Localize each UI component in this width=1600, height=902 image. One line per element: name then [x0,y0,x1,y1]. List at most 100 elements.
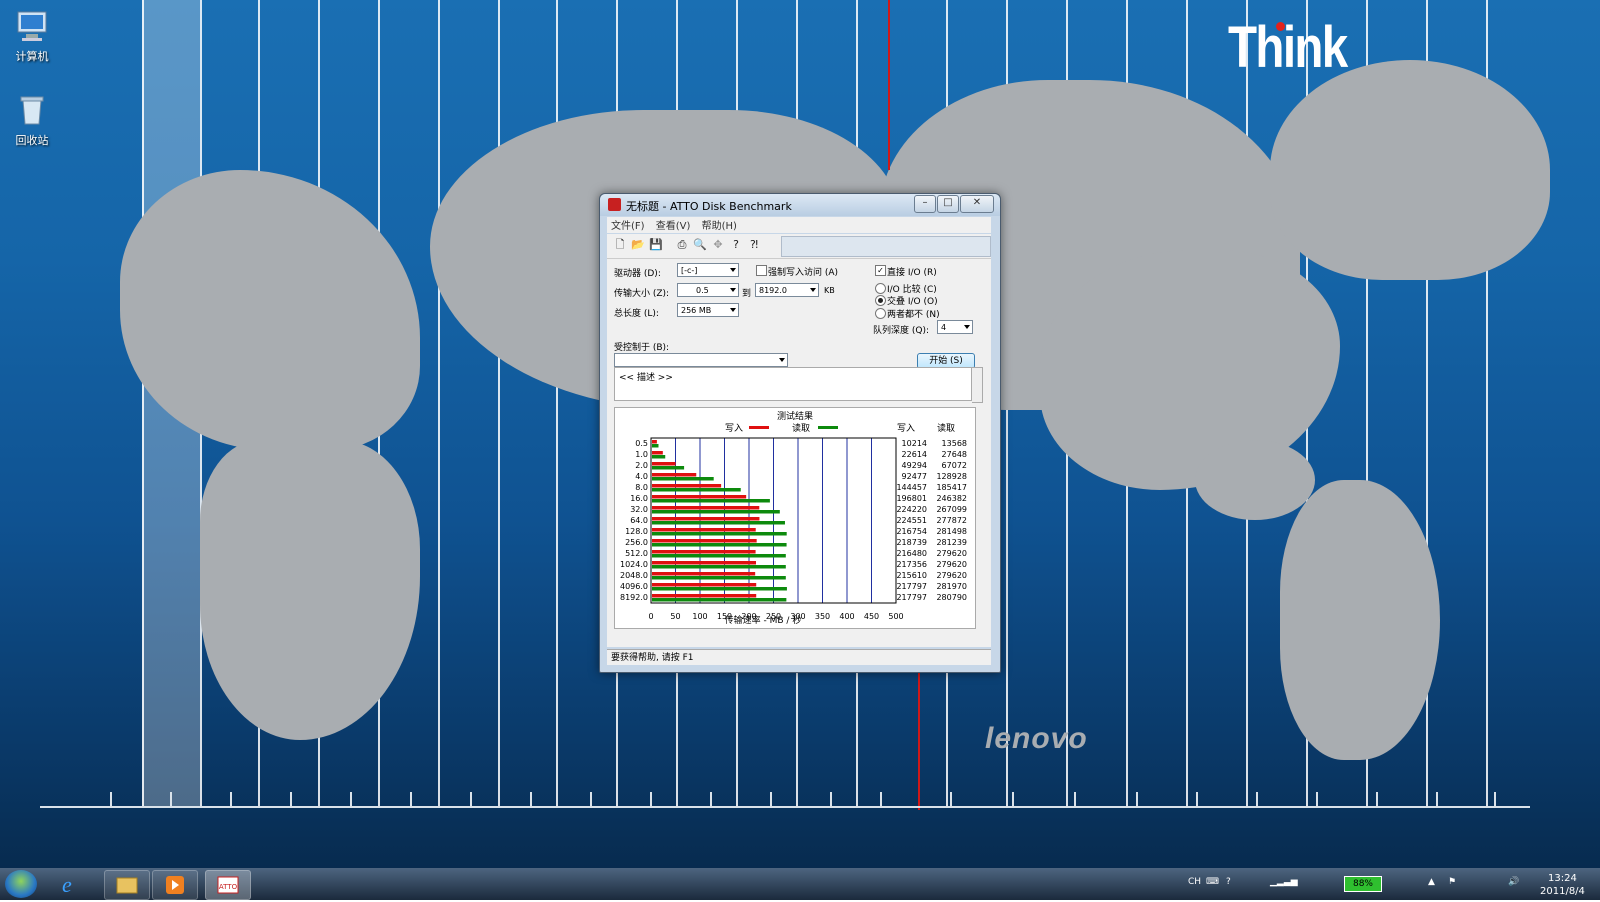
read-value: 267099 [936,505,967,514]
maximize-button[interactable]: □ [937,195,959,213]
timezone-line [438,0,440,808]
write-bar [652,572,756,576]
force-write-checkbox[interactable] [756,265,767,276]
language-indicator[interactable]: CH [1188,877,1201,887]
clock-date: 2011/8/4 [1540,886,1585,897]
write-bar [652,473,697,477]
minimize-button[interactable]: – [914,195,936,213]
read-bar [652,576,786,580]
x-tick-label: 400 [839,612,854,621]
print-icon[interactable]: ⎙ [675,238,689,252]
keyboard-icon[interactable]: ⌨ [1206,877,1219,887]
desktop-icon-computer[interactable]: 计算机 [0,8,64,64]
show-hidden-icons-icon[interactable]: ▲ [1428,877,1435,887]
drive-select[interactable]: [-c-] [677,263,739,277]
results-panel: 测试结果 写入 读取 写入 读取 0 50 100 150 200 250 300 350 40… [614,407,976,629]
timeline-tick [110,792,112,806]
recycle-bin-icon [14,92,50,128]
timeline-tick [1256,792,1258,806]
direct-io-checkbox[interactable]: ✓ [875,265,886,276]
signal-strength-icon[interactable]: ▁▂▃▅ [1270,877,1298,887]
read-bar [652,521,785,525]
write-bar [652,484,722,488]
total-length-select[interactable]: 256 MB [677,303,739,317]
move-icon[interactable]: ✥ [711,238,725,252]
legend-read-swatch [818,426,838,429]
context-help-icon[interactable]: ⁈ [747,238,761,252]
svg-text:ATTO: ATTO [219,883,238,891]
read-bar [652,532,787,536]
battery-indicator[interactable]: 88% [1344,876,1382,892]
overlap-io-radio[interactable] [875,295,886,306]
desktop-icon-label: 计算机 [15,50,49,63]
timeline-tick [590,792,592,806]
read-bar [652,455,666,459]
timeline-tick [1376,792,1378,806]
close-button[interactable]: ✕ [960,195,994,213]
taskbar-atto-icon[interactable]: ATTO [205,870,251,900]
write-bar [652,594,757,598]
y-tick-label: 8192.0 [620,593,648,602]
think-logo: Think [1228,15,1348,80]
taskbar-explorer-icon[interactable] [104,870,150,900]
write-bar [652,528,756,532]
svg-text:e: e [62,872,72,897]
read-bar [652,510,780,514]
legend-write-swatch [749,426,769,429]
x-tick-label: 450 [864,612,879,621]
controlled-by-select[interactable] [614,353,788,367]
neither-radio[interactable] [875,308,886,319]
write-bar [652,506,760,510]
volume-icon[interactable]: 🔊 [1508,877,1519,887]
menu-help[interactable]: 帮助(H) [702,221,737,232]
direct-io-label: 直接 I/O (R) [887,268,937,278]
read-bar [652,543,787,547]
open-icon[interactable]: 📂 [631,238,645,252]
timeline-tick [1074,792,1076,806]
timeline-tick [290,792,292,806]
chevron-down-icon [730,308,736,312]
write-bar [652,561,757,565]
x-tick-label: 0 [648,612,653,621]
x-tick-label: 100 [692,612,707,621]
column-header-write: 写入 [897,423,915,434]
y-tick-label: 1024.0 [620,560,648,569]
title-bar[interactable]: 无标题 - ATTO Disk Benchmark – □ ✕ [600,194,1000,216]
description-box[interactable]: << 描述 >> [614,367,972,401]
action-center-icon[interactable]: ⚑ [1448,877,1456,887]
write-value: 224220 [896,505,927,514]
start-button-orb[interactable] [5,870,37,898]
read-value: 13568 [942,439,967,448]
toolbar: 🗋 📂 💾 ⎙ 🔍 ✥ ? ⁈ [607,234,991,259]
chevron-down-icon [779,358,785,362]
legend-write-label: 写入 [725,423,743,434]
new-icon[interactable]: 🗋 [613,238,627,252]
menu-view[interactable]: 查看(V) [656,221,691,232]
io-compare-radio[interactable] [875,283,886,294]
clock[interactable]: 13:24 2011/8/4 [1540,872,1585,898]
read-value: 128928 [936,472,967,481]
write-bar [652,440,657,444]
transfer-from-select[interactable]: 0.5 [677,283,739,297]
menu-file[interactable]: 文件(F) [611,221,645,232]
save-icon[interactable]: 💾 [649,238,663,252]
read-value: 27648 [942,450,967,459]
write-value: 144457 [896,483,927,492]
desktop-icon-recycle-bin[interactable]: 回收站 [0,92,64,148]
print-preview-icon[interactable]: 🔍 [693,238,707,252]
read-bar [652,466,685,470]
write-bar [652,451,663,455]
timeline-tick [530,792,532,806]
help-icon[interactable]: ? [729,238,743,252]
transfer-from-value: 0.5 [696,286,709,295]
transfer-to-select[interactable]: 8192.0 [755,283,819,297]
write-value: 196801 [896,494,927,503]
timeline-tick [350,792,352,806]
queue-depth-select[interactable]: 4 [937,320,973,334]
read-value: 281239 [936,538,967,547]
taskbar-media-player-icon[interactable] [152,870,198,900]
clock-time: 13:24 [1548,873,1577,884]
taskbar-ie-icon[interactable]: e [50,870,94,898]
description-scrollbar[interactable] [972,367,983,403]
help-icon[interactable]: ? [1226,877,1231,887]
